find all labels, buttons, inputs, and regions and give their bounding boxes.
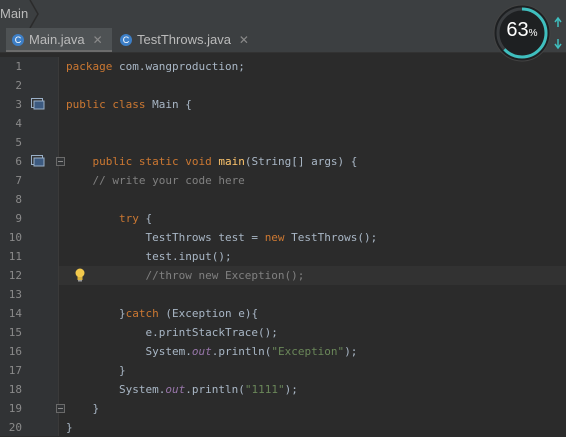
code-text: System.out.println("Exception");	[66, 345, 358, 358]
code-text: package com.wangproduction;	[66, 60, 245, 73]
code-line: 14 }catch (Exception e){	[0, 304, 566, 323]
line-number: 5	[15, 136, 22, 149]
code-text: public class Main {	[66, 98, 192, 111]
line-number: 19	[8, 402, 22, 415]
line-number: 3	[15, 98, 22, 111]
code-line: 7 // write your code here	[0, 171, 566, 190]
up-down-arrows-icon	[554, 16, 562, 50]
code-line: 17 }	[0, 361, 566, 380]
run-class-gutter-icon[interactable]	[31, 98, 45, 110]
line-number: 9	[15, 212, 22, 225]
code-text: }	[66, 364, 126, 377]
code-line: 5	[0, 133, 566, 152]
code-line: 19 }	[0, 399, 566, 418]
tab-label: Main.java	[29, 32, 85, 47]
code-line: 9 try {	[0, 209, 566, 228]
line-number: 7	[15, 174, 22, 187]
code-line: 4	[0, 114, 566, 133]
tab-main-java[interactable]: C Main.java ✕	[6, 28, 112, 52]
line-number: 1	[15, 60, 22, 73]
code-line: 2	[0, 76, 566, 95]
fold-collapse-icon[interactable]	[56, 157, 65, 166]
code-line: 11 test.input();	[0, 247, 566, 266]
line-number: 15	[8, 326, 22, 339]
code-line: 12 //throw new Exception();	[0, 266, 566, 285]
line-number: 10	[8, 231, 22, 244]
code-line: 18 System.out.println("1111");	[0, 380, 566, 399]
line-number: 12	[8, 269, 22, 282]
run-method-gutter-icon[interactable]	[31, 155, 45, 167]
code-text: //throw new Exception();	[66, 269, 305, 282]
usage-gauge-value: 63%	[506, 19, 538, 41]
line-number: 11	[8, 250, 22, 263]
code-line: 10 TestThrows test = new TestThrows();	[0, 228, 566, 247]
line-number: 13	[8, 288, 22, 301]
line-number: 16	[8, 345, 22, 358]
code-line: 20 }	[0, 418, 566, 437]
code-text: }catch (Exception e){	[66, 307, 259, 320]
close-icon[interactable]: ✕	[239, 33, 249, 47]
code-line: 16 System.out.println("Exception");	[0, 342, 566, 361]
navigation-bar: Main	[0, 0, 566, 28]
code-line: 15 e.printStackTrace();	[0, 323, 566, 342]
code-text: TestThrows test = new TestThrows();	[66, 231, 378, 244]
code-text: }	[66, 402, 100, 415]
tab-label: TestThrows.java	[137, 32, 231, 47]
java-class-icon: C	[120, 33, 132, 46]
line-number: 6	[15, 155, 22, 168]
code-line: 8	[0, 190, 566, 209]
code-text: try {	[118, 212, 153, 225]
code-text: System.out.println("1111");	[66, 383, 298, 396]
line-number: 2	[15, 79, 22, 92]
code-line: 6 public static void main(String[] args)…	[0, 152, 566, 171]
line-number: 14	[8, 307, 22, 320]
line-number: 18	[8, 383, 22, 396]
breadcrumb-separator-icon	[29, 0, 39, 28]
line-number: 4	[15, 117, 22, 130]
code-text: e.printStackTrace();	[66, 326, 278, 339]
line-number: 8	[15, 193, 22, 206]
code-line: 1 package com.wangproduction;	[0, 57, 566, 76]
fold-end-icon[interactable]	[56, 404, 65, 413]
code-line: 13	[0, 285, 566, 304]
code-text: // write your code here	[66, 174, 245, 187]
code-text: test.input();	[66, 250, 232, 263]
tab-testthrows-java[interactable]: C TestThrows.java ✕	[114, 28, 254, 52]
code-line: 3 public class Main {	[0, 95, 566, 114]
code-text: public static void main(String[] args) {	[92, 155, 358, 168]
code-text: }	[66, 421, 73, 434]
line-number: 20	[8, 421, 22, 434]
editor-tab-bar: C Main.java ✕ C TestThrows.java ✕	[0, 28, 566, 53]
java-class-icon: C	[12, 33, 24, 46]
close-icon[interactable]: ✕	[93, 33, 103, 47]
line-number: 17	[8, 364, 22, 377]
